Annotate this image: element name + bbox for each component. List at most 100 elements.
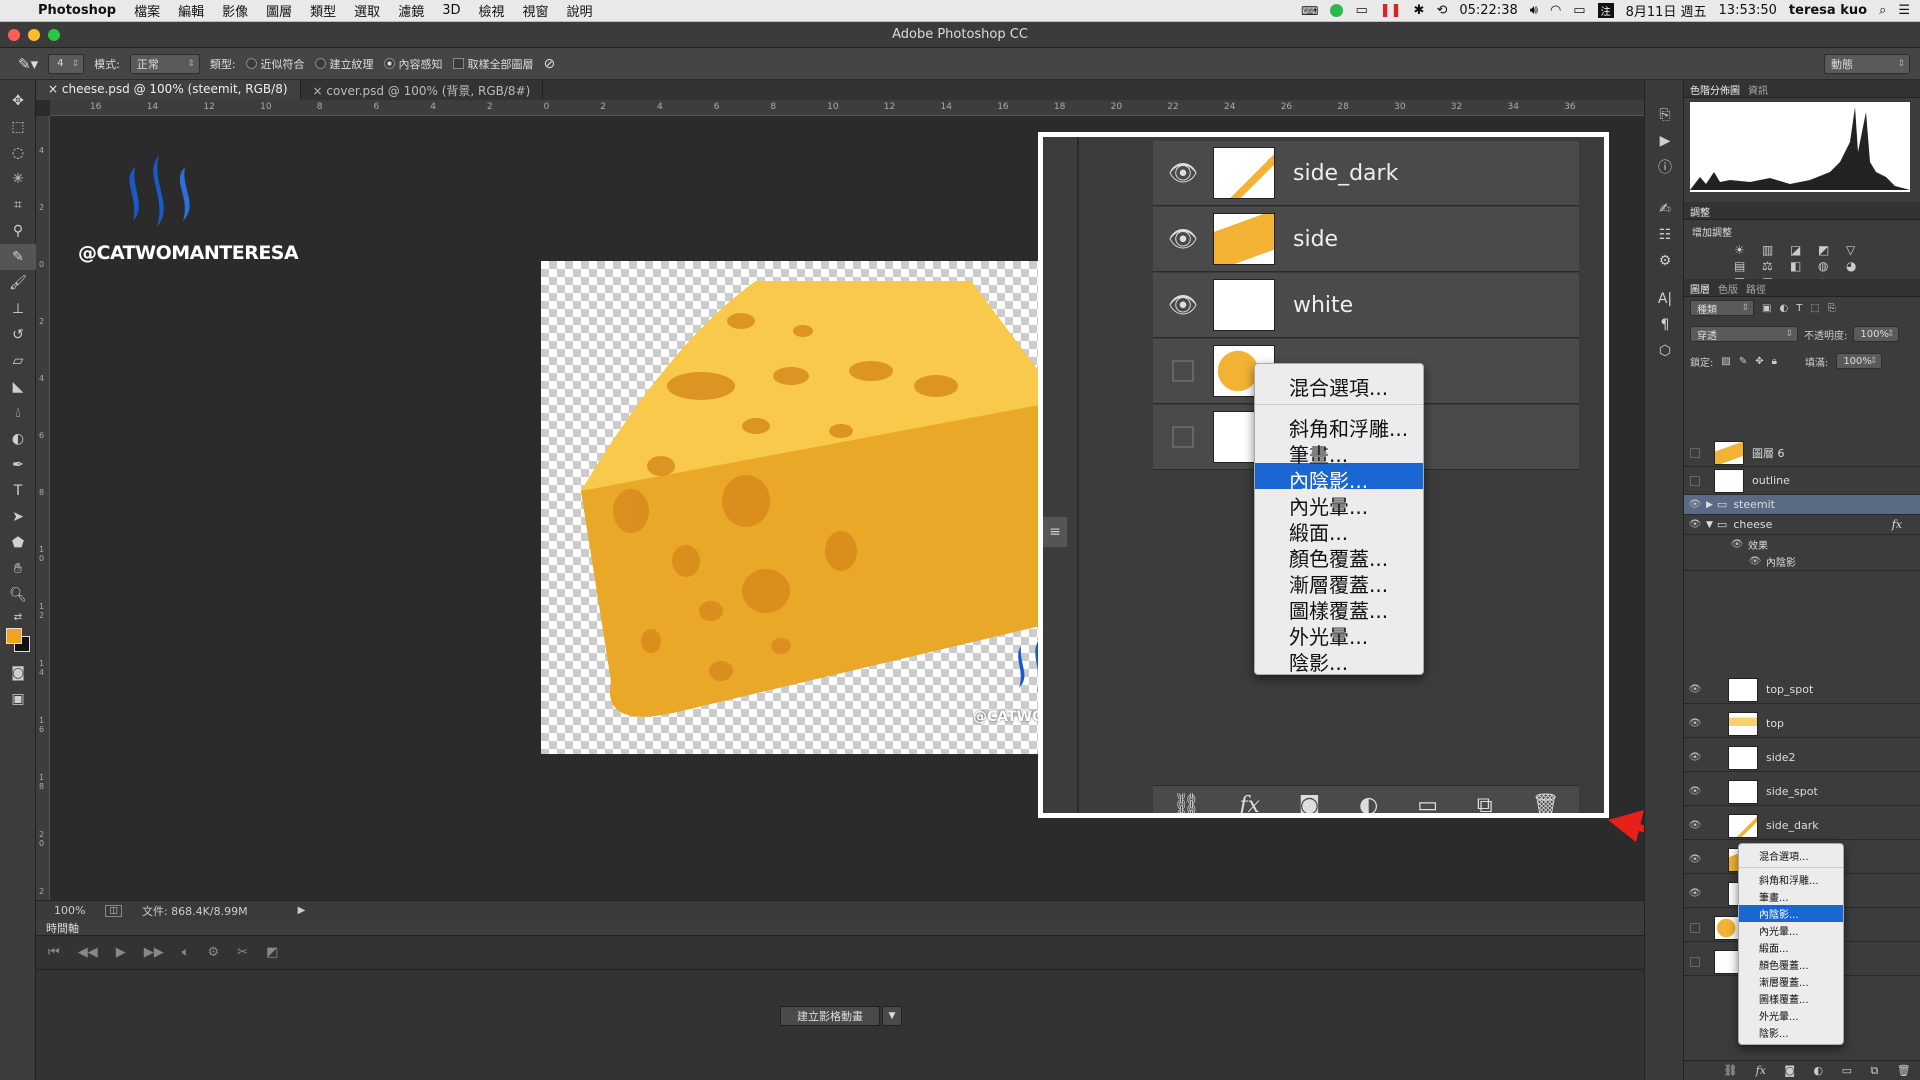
menu-item-bevel-emboss[interactable]: 斜角和浮雕...	[1255, 411, 1423, 441]
eraser-tool-icon[interactable]: ▱	[0, 348, 36, 374]
adjustment-layer-icon[interactable]: ◐	[1359, 793, 1378, 813]
foreground-color-swatch[interactable]	[6, 628, 22, 644]
add-mask-icon[interactable]: ◙	[1784, 1064, 1795, 1077]
fx-indicator-icon[interactable]: fx	[1892, 518, 1902, 531]
close-window-button[interactable]	[8, 29, 20, 41]
lock-all-icon[interactable]: 🔒︎	[1772, 356, 1777, 367]
menu-type[interactable]: 類型	[301, 1, 345, 20]
add-layer-style-fx-icon[interactable]: fx	[1756, 1064, 1766, 1077]
menu-item-gradient-overlay[interactable]: 漸層覆蓋...	[1739, 973, 1843, 990]
blur-tool-icon[interactable]: 💧︎	[0, 400, 36, 426]
pause-icon[interactable]: ❚❚	[1380, 3, 1402, 18]
link-layers-icon[interactable]: ⛓	[1172, 793, 1200, 813]
menu-item-outer-glow[interactable]: 外光暈...	[1255, 619, 1423, 649]
menu-view[interactable]: 檢視	[469, 1, 513, 20]
black-white-icon[interactable]: ◧	[1790, 259, 1814, 273]
info-panel-icon[interactable]: ⓘ	[1645, 154, 1685, 180]
mode-select[interactable]: 正常	[129, 53, 200, 74]
menu-item-drop-shadow[interactable]: 陰影...	[1739, 1024, 1843, 1041]
paint-bucket-tool-icon[interactable]: ◣	[0, 374, 36, 400]
levels-icon[interactable]: ▥	[1762, 243, 1786, 257]
lasso-tool-icon[interactable]: ◌	[0, 140, 36, 166]
layer-row-outline[interactable]: outline	[1684, 467, 1920, 495]
menu-item-bevel-emboss[interactable]: 斜角和浮雕...	[1739, 871, 1843, 888]
brush-size-picker[interactable]: 4	[48, 53, 85, 74]
delete-layer-icon[interactable]: 🗑︎	[1897, 1064, 1911, 1077]
proof-icon[interactable]: ◫	[105, 904, 122, 917]
menu-item-inner-glow[interactable]: 內光暈...	[1255, 489, 1423, 519]
minimize-window-button[interactable]	[28, 29, 40, 41]
expand-group-arrow-icon[interactable]: ▶	[1706, 500, 1713, 510]
zoom-layer-side[interactable]: 👁︎ side	[1153, 207, 1579, 272]
settings-gear-icon[interactable]: ⚙	[208, 945, 220, 960]
type-tool-icon[interactable]: T	[0, 478, 36, 504]
menu-item-gradient-overlay[interactable]: 漸層覆蓋...	[1255, 567, 1423, 597]
new-group-icon[interactable]: ▭	[1417, 793, 1438, 813]
healing-brush-tool-icon[interactable]: ✎	[0, 244, 36, 270]
pressure-size-icon[interactable]: ⊘	[544, 56, 556, 72]
layer-row-steemit-group[interactable]: 👁︎ ▶ ▭ steemit	[1684, 495, 1920, 515]
add-layer-style-fx-icon[interactable]: fx	[1239, 793, 1260, 813]
brightness-icon[interactable]: ☀	[1734, 243, 1758, 257]
play-icon[interactable]: ▶	[116, 945, 126, 960]
visibility-eye-icon[interactable]: 👁︎	[1684, 752, 1706, 763]
menu-3d[interactable]: 3D	[433, 3, 469, 18]
zoom-level[interactable]: 100%	[54, 904, 85, 917]
lock-transparent-icon[interactable]: ▨	[1721, 356, 1730, 367]
filter-type-icon[interactable]: T	[1796, 303, 1802, 314]
menu-item-pattern-overlay[interactable]: 圖樣覆蓋...	[1255, 593, 1423, 623]
visibility-eye-icon[interactable]: 👁︎	[1684, 854, 1706, 865]
next-frame-icon[interactable]: ▶▶	[144, 945, 164, 960]
color-swatches[interactable]	[0, 626, 35, 660]
split-scissors-icon[interactable]: ✂	[237, 945, 248, 960]
adjustment-layer-icon[interactable]: ◐	[1814, 1064, 1824, 1077]
hue-saturation-icon[interactable]: ▤	[1734, 259, 1758, 273]
menu-item-satin[interactable]: 緞面...	[1739, 939, 1843, 956]
workspace-select[interactable]: 動態	[1824, 53, 1910, 74]
app-menu[interactable]: Photoshop	[29, 3, 125, 18]
create-animation-dropdown-icon[interactable]: ▼	[882, 1006, 902, 1026]
swap-colors-icon[interactable]: ⇄	[0, 608, 36, 626]
visibility-eye-icon[interactable]: 👁︎	[1153, 225, 1213, 253]
photo-filter-icon[interactable]: ◍	[1818, 259, 1842, 273]
layer-row-cheese-group[interactable]: 👁︎ ▼ ▭ cheese fx	[1684, 515, 1920, 535]
status-menu-arrow-icon[interactable]: ▶	[298, 905, 306, 916]
language-icon[interactable]: 注	[1597, 3, 1614, 18]
channel-mixer-icon[interactable]: ◕	[1846, 259, 1870, 273]
sample-all-layers-checkbox[interactable]: 取樣全部圖層	[452, 56, 534, 72]
quick-selection-tool-icon[interactable]: ✳	[0, 166, 36, 192]
menu-item-inner-glow[interactable]: 內光暈...	[1739, 922, 1843, 939]
layer-row-top[interactable]: 👁︎ top	[1684, 710, 1920, 738]
visibility-toggle-box[interactable]	[1172, 360, 1194, 382]
volume-icon[interactable]: 🔊︎	[1530, 3, 1538, 18]
layer-effects-row[interactable]: 👁︎ 效果	[1684, 535, 1920, 553]
layer-row-side2[interactable]: 👁︎ side2	[1684, 744, 1920, 772]
zoom-layer-white[interactable]: 👁︎ white	[1153, 273, 1579, 338]
menu-item-satin[interactable]: 緞面...	[1255, 515, 1423, 545]
close-tab-icon[interactable]: ×	[313, 84, 327, 98]
create-frame-animation-button[interactable]: 建立影格動畫	[780, 1006, 880, 1026]
zoom-tool-icon[interactable]: 🔍︎	[0, 582, 36, 608]
transition-icon[interactable]: ◩	[266, 945, 278, 960]
menu-item-stroke[interactable]: 筆畫...	[1739, 888, 1843, 905]
notification-icon[interactable]: ☰	[1898, 3, 1910, 18]
tab-adjustments[interactable]: 調整	[1690, 204, 1710, 219]
history-panel-icon[interactable]: ⎘	[1645, 102, 1685, 128]
character-panel-icon[interactable]: A|	[1645, 286, 1685, 312]
zoom-panel-collapse-icon[interactable]: ≡	[1043, 517, 1067, 547]
zoom-window-button[interactable]	[48, 29, 60, 41]
visibility-toggle-box[interactable]	[1690, 922, 1700, 933]
exposure-icon[interactable]: ◩	[1818, 243, 1842, 257]
filter-pixel-icon[interactable]: ▣	[1762, 303, 1771, 314]
brush-presets-icon[interactable]: ✍	[1645, 196, 1685, 222]
battery-icon[interactable]: ▭	[1573, 3, 1585, 18]
menu-edit[interactable]: 編輯	[169, 1, 213, 20]
previous-frame-icon[interactable]: ◀◀	[78, 945, 98, 960]
spot-healing-brush-icon[interactable]: ✎▾	[18, 55, 38, 73]
user-name[interactable]: teresa kuo	[1789, 3, 1867, 18]
visibility-eye-icon[interactable]: 👁︎	[1684, 786, 1706, 797]
menu-layer[interactable]: 圖層	[257, 1, 301, 20]
visibility-toggle-box[interactable]	[1172, 426, 1194, 448]
type-create-texture-radio[interactable]: 建立紋理	[314, 56, 374, 72]
menu-item-outer-glow[interactable]: 外光暈...	[1739, 1007, 1843, 1024]
